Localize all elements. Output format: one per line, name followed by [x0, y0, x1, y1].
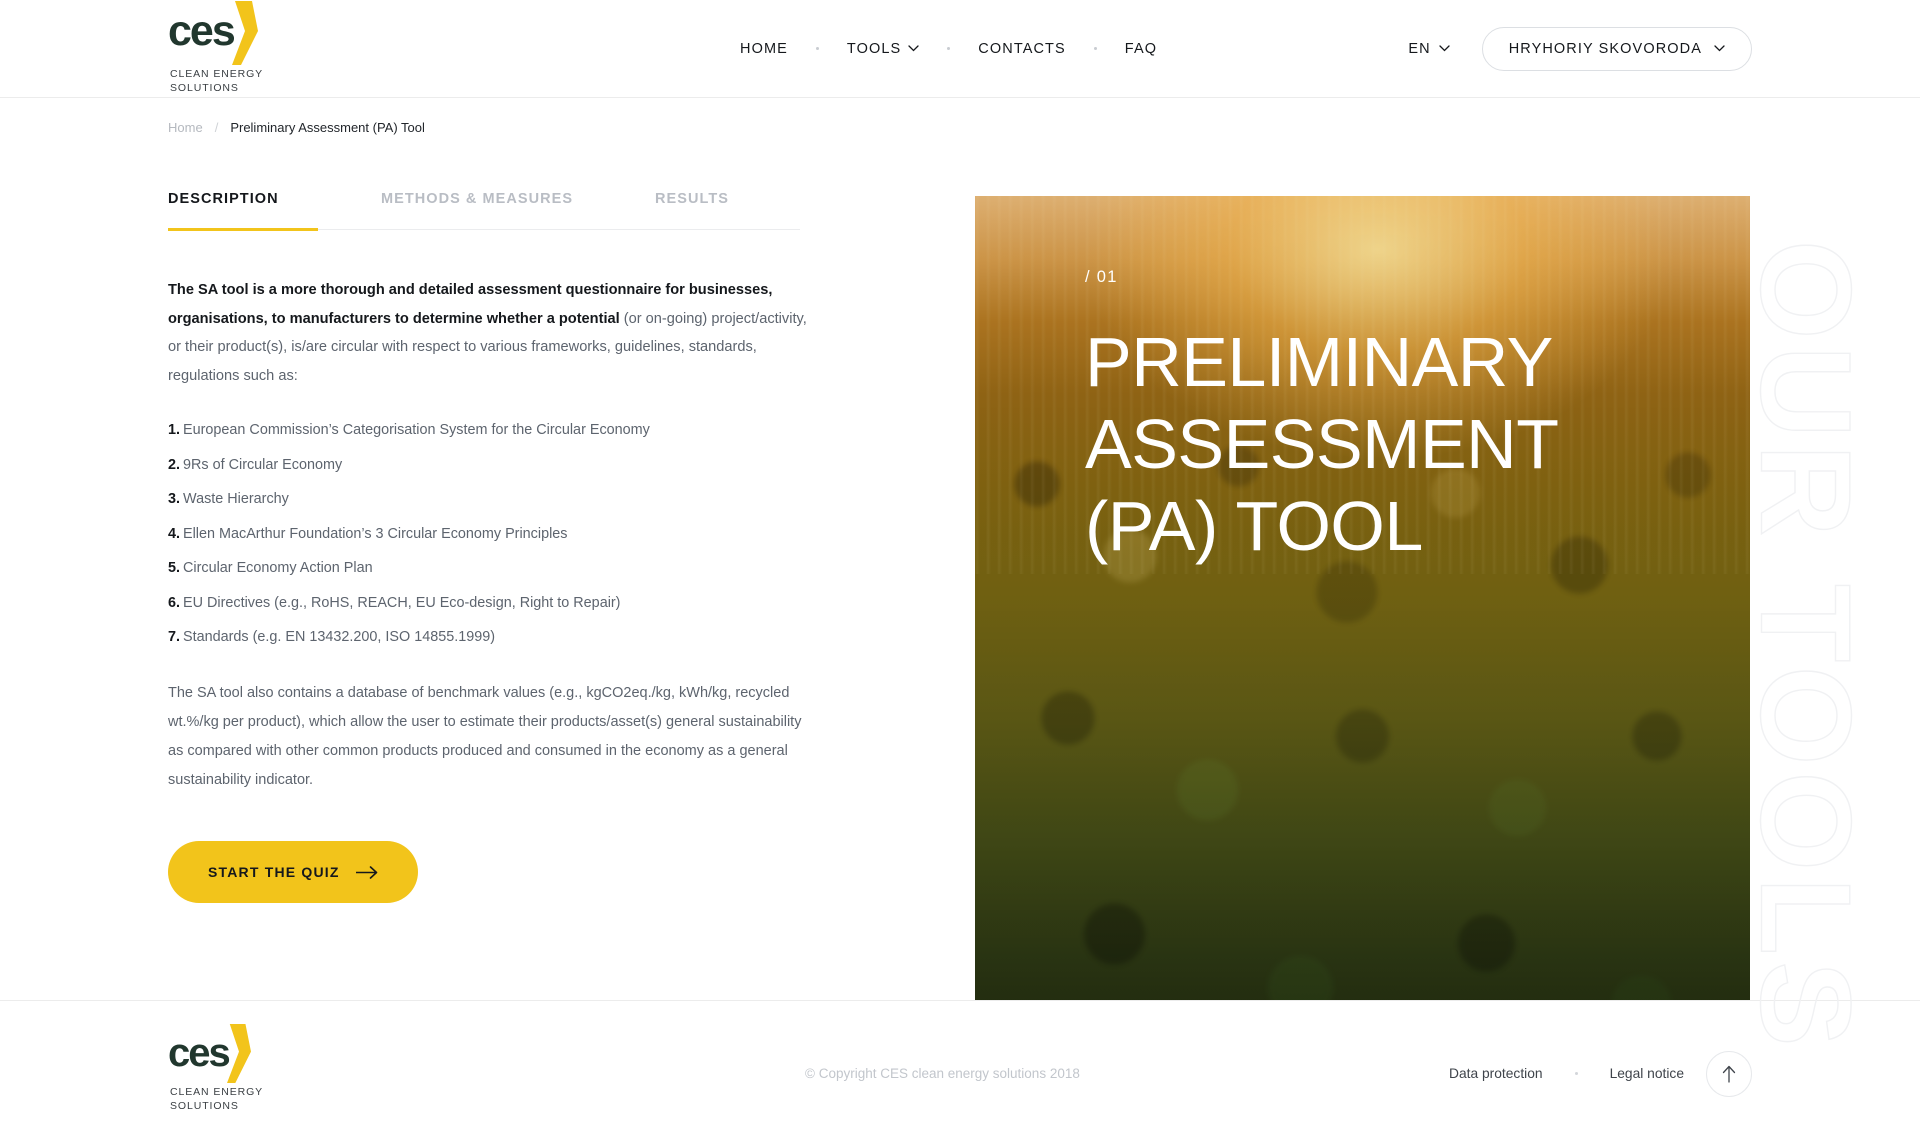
- footer-links: Data protection Legal notice: [1449, 1066, 1684, 1081]
- logo-tagline-line2: SOLUTIONS: [170, 82, 239, 95]
- list-item-number: 1.: [168, 422, 181, 438]
- nav-item-faq-label: FAQ: [1124, 40, 1158, 57]
- tab-methods-measures-label: METHODS & MEASURES: [381, 191, 574, 207]
- list-item-number: 5.: [168, 560, 181, 576]
- footer-link-legal-notice[interactable]: Legal notice: [1610, 1066, 1684, 1081]
- footer-logo-wordmark: ces: [168, 1031, 231, 1075]
- tab-results[interactable]: RESULTS: [655, 191, 729, 229]
- start-quiz-button-label: START THE QUIZ: [208, 864, 340, 880]
- header-actions: EN HRYHORIY SKOVORODA: [1400, 26, 1752, 71]
- breadcrumb-separator: /: [214, 120, 219, 135]
- header-logo[interactable]: ces CLEAN ENERGY SOLUTIONS: [168, 1, 263, 95]
- chevron-down-icon: [1439, 45, 1450, 52]
- language-selector[interactable]: EN: [1400, 35, 1457, 63]
- description-lead: The SA tool is a more thorough and detai…: [168, 276, 808, 390]
- description-paragraph-2: The SA tool also contains a database of …: [168, 685, 802, 788]
- nav-item-faq[interactable]: FAQ: [1115, 35, 1167, 63]
- tab-bar: DESCRIPTION METHODS & MEASURES RESULTS: [168, 191, 800, 231]
- list-item-text: Ellen MacArthur Foundation’s 3 Circular …: [183, 525, 568, 542]
- chevron-down-icon: [908, 45, 919, 52]
- main-navigation: HOME TOOLS CONTACTS FAQ: [730, 35, 1167, 63]
- nav-separator-dot: [1093, 47, 1097, 50]
- footer-link-data-protection[interactable]: Data protection: [1449, 1066, 1543, 1081]
- list-item: 2. 9Rs of Circular Economy: [168, 451, 808, 479]
- list-item: 6. EU Directives (e.g., RoHS, REACH, EU E…: [168, 589, 808, 617]
- logo-chevron-icon: [226, 1024, 251, 1083]
- nav-item-home-label: HOME: [740, 40, 788, 57]
- list-item-text: Circular Economy Action Plan: [183, 560, 373, 576]
- hero-panel: / 01 PRELIMINARY ASSESSMENT (PA) TOOL: [975, 196, 1750, 1096]
- list-item-text: European Commission’s Categorisation Sys…: [183, 422, 650, 438]
- tab-methods-measures[interactable]: METHODS & MEASURES: [381, 191, 655, 229]
- content-column: Home / Preliminary Assessment (PA) Tool …: [0, 98, 975, 1000]
- nav-item-contacts[interactable]: CONTACTS: [968, 35, 1075, 63]
- page-body: Home / Preliminary Assessment (PA) Tool …: [0, 98, 1920, 1096]
- user-account-name: HRYHORIY SKOVORODA: [1508, 40, 1702, 57]
- tab-description-label: DESCRIPTION: [168, 191, 279, 207]
- list-item-text: Standards (e.g. EN 13432.200, ISO 14855.…: [183, 629, 496, 645]
- hero-title: PRELIMINARY ASSESSMENT (PA) TOOL: [1085, 323, 1558, 565]
- logo-wordmark: ces: [168, 7, 236, 55]
- start-quiz-button[interactable]: START THE QUIZ: [168, 841, 418, 903]
- list-item-number: 6.: [168, 594, 181, 611]
- logo-tagline-line1: CLEAN ENERGY: [170, 68, 264, 80]
- site-header: ces CLEAN ENERGY SOLUTIONS HOME TOOLS CO…: [0, 0, 1920, 98]
- breadcrumb-home-link[interactable]: Home: [168, 120, 203, 135]
- nav-separator-dot: [947, 47, 951, 50]
- footer-logo-tagline-line2: SOLUTIONS: [170, 1100, 239, 1113]
- logo-tagline: CLEAN ENERGY SOLUTIONS: [170, 67, 263, 95]
- list-item: 7. Standards (e.g. EN 13432.200, ISO 1485…: [168, 623, 808, 651]
- arrow-up-icon: [1722, 1065, 1736, 1083]
- user-account-menu[interactable]: HRYHORIY SKOVORODA: [1481, 26, 1752, 71]
- list-item: 5. Circular Economy Action Plan: [168, 554, 808, 582]
- list-item-number: 3.: [168, 491, 181, 507]
- frameworks-list: 1. European Commission’s Categorisation S…: [168, 416, 808, 651]
- language-selector-label: EN: [1408, 40, 1431, 57]
- site-footer: ces CLEAN ENERGY SOLUTIONS © Copyright C…: [0, 1000, 1920, 1146]
- our-tools-watermark-text: OUR TOOLS: [1733, 239, 1877, 1053]
- list-item-text: Waste Hierarchy: [183, 491, 289, 507]
- footer-logo-tagline-line1: CLEAN ENERGY: [170, 1086, 264, 1098]
- list-item: 4. Ellen MacArthur Foundation’s 3 Circula…: [168, 520, 808, 548]
- tab-description[interactable]: DESCRIPTION: [168, 191, 381, 231]
- breadcrumb-current: Preliminary Assessment (PA) Tool: [230, 120, 425, 135]
- copyright-text: © Copyright CES clean energy solutions 2…: [805, 1066, 1080, 1081]
- nav-item-home[interactable]: HOME: [730, 35, 798, 63]
- logo-mark: ces: [168, 1024, 251, 1083]
- breadcrumb: Home / Preliminary Assessment (PA) Tool: [168, 120, 975, 135]
- list-item: 1. European Commission’s Categorisation S…: [168, 416, 808, 444]
- arrow-right-icon: [355, 865, 377, 879]
- list-item-number: 7.: [168, 629, 181, 645]
- hero-content: / 01 PRELIMINARY ASSESSMENT (PA) TOOL: [975, 196, 1750, 567]
- list-item-number: 2.: [168, 456, 181, 473]
- chevron-down-icon: [1714, 45, 1725, 52]
- footer-logo[interactable]: ces CLEAN ENERGY SOLUTIONS: [168, 1024, 263, 1113]
- nav-item-tools[interactable]: TOOLS: [837, 35, 929, 63]
- list-item-number: 4.: [168, 525, 181, 542]
- nav-item-contacts-label: CONTACTS: [978, 40, 1066, 57]
- footer-separator-dot: [1574, 1072, 1578, 1075]
- footer-logo-tagline: CLEAN ENERGY SOLUTIONS: [170, 1085, 263, 1113]
- logo-chevron-icon: [231, 1, 258, 65]
- description-panel: The SA tool is a more thorough and detai…: [168, 230, 808, 903]
- hero-slide-number: / 01: [1085, 268, 1118, 286]
- scroll-to-top-button[interactable]: [1706, 1050, 1752, 1097]
- list-item: 3. Waste Hierarchy: [168, 485, 808, 513]
- nav-separator-dot: [815, 47, 819, 50]
- logo-mark: ces: [168, 1, 258, 65]
- list-item-text: EU Directives (e.g., RoHS, REACH, EU Eco…: [183, 594, 621, 611]
- tab-results-label: RESULTS: [655, 191, 729, 207]
- list-item-text: 9Rs of Circular Economy: [183, 456, 343, 473]
- nav-item-tools-label: TOOLS: [846, 40, 902, 57]
